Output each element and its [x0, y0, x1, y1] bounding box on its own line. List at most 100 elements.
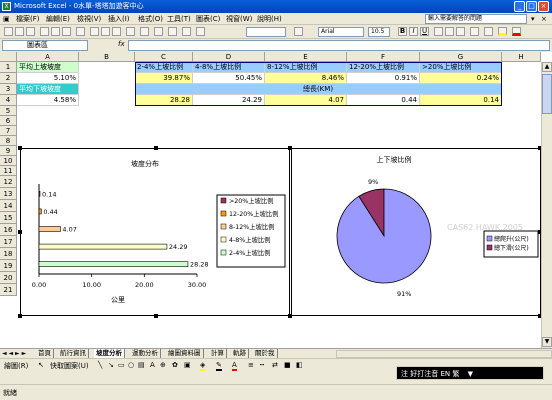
arrow-style-icon[interactable]: ⇄: [272, 361, 278, 369]
vertical-scrollbar[interactable]: ▲ ▼: [541, 62, 552, 348]
cell-a3[interactable]: 平均下坡坡度: [17, 84, 79, 95]
close-icon[interactable]: ×: [538, 1, 549, 12]
menu-window[interactable]: 視窗(W): [226, 14, 252, 24]
column-header-h[interactable]: H: [502, 52, 541, 62]
diagram-icon[interactable]: ⊕: [160, 361, 166, 369]
italic-button[interactable]: I: [409, 27, 418, 36]
open-folder-icon[interactable]: [15, 27, 24, 36]
align-right-icon[interactable]: [456, 27, 465, 36]
cell-g4[interactable]: 0.14: [420, 95, 502, 106]
cell-g1[interactable]: >20%上坡比例: [420, 62, 502, 73]
menu-format[interactable]: 格式(O): [138, 14, 163, 24]
sheet-tab[interactable]: 運動分析: [130, 349, 161, 358]
new-file-icon[interactable]: [4, 27, 13, 36]
line-color-icon[interactable]: ✎: [216, 361, 222, 371]
line-style-icon[interactable]: ≡: [248, 361, 254, 369]
bold-button[interactable]: B: [398, 27, 407, 36]
chart-wizard-icon[interactable]: [196, 27, 205, 36]
clipart-icon[interactable]: ✿: [172, 361, 178, 369]
sheet-tab[interactable]: 坡度分析: [94, 349, 125, 358]
row-header-18[interactable]: 18: [0, 248, 17, 260]
sheet-tab[interactable]: 計算: [209, 349, 227, 358]
cell-e2[interactable]: 8.46%: [265, 73, 347, 84]
close-workbook-icon[interactable]: ×: [541, 14, 547, 24]
row-header-11[interactable]: 11: [0, 166, 17, 176]
fill-color-icon[interactable]: [498, 27, 507, 36]
tab-scroll-arrows-icon[interactable]: ◄ ◄ ► ►: [2, 349, 26, 358]
cell-c4[interactable]: 28.28: [135, 95, 193, 106]
draw-fill-color-icon[interactable]: ◈: [200, 361, 206, 371]
row-header-12[interactable]: 12: [0, 176, 17, 188]
merge-center-icon[interactable]: [470, 27, 479, 36]
row-header-21[interactable]: 21: [0, 284, 17, 296]
sheet-tab[interactable]: 航行資訊: [58, 349, 89, 358]
oval-icon[interactable]: ○: [128, 361, 134, 369]
rectangle-icon[interactable]: ▭: [118, 361, 125, 369]
worksheet-grid[interactable]: A B C D E F G H 1 2 3 4 5 6 7 8 9 10 11 12 13 14 15 16 1…: [0, 52, 552, 348]
textbox-icon[interactable]: ▤: [138, 361, 145, 369]
row-header-19[interactable]: 19: [0, 260, 17, 272]
column-header-d[interactable]: D: [193, 52, 265, 62]
fx-icon[interactable]: fx: [118, 40, 125, 48]
dash-style-icon[interactable]: ┅: [260, 361, 264, 369]
chart-handle[interactable]: [154, 314, 158, 318]
zoom-select[interactable]: [246, 27, 286, 37]
chart-handle[interactable]: [18, 230, 22, 234]
row-header-2[interactable]: 2: [0, 73, 17, 84]
cell-d1[interactable]: 4-8%上坡比例: [193, 62, 265, 73]
horizontal-scrollbar[interactable]: [336, 350, 552, 358]
wordart-icon[interactable]: A: [150, 361, 155, 369]
row-header-3[interactable]: 3: [0, 84, 17, 95]
pie-legend-box[interactable]: [483, 230, 539, 258]
up-down-ratio-chart[interactable]: 上下坡比例 9% 91% CAS62.HAWK.2005 總爬升(公尺) 總下滑(公…: [291, 148, 541, 316]
cell-c3-merged[interactable]: 總長(KM): [135, 84, 502, 95]
select-all-corner[interactable]: [0, 52, 17, 62]
underline-button[interactable]: U: [420, 27, 429, 36]
bar[interactable]: [38, 261, 189, 267]
chart-handle[interactable]: [288, 146, 292, 150]
chart-handle[interactable]: [288, 314, 292, 318]
cell-f2[interactable]: 0.91%: [347, 73, 420, 84]
align-left-icon[interactable]: [434, 27, 443, 36]
draw-font-color-icon[interactable]: A: [232, 361, 237, 371]
menu-insert[interactable]: 插入(I): [108, 14, 130, 24]
cut-icon[interactable]: [90, 27, 99, 36]
borders-icon[interactable]: [484, 27, 493, 36]
row-header-7[interactable]: 7: [0, 126, 17, 136]
sheet-tab[interactable]: 關於我: [253, 349, 278, 358]
column-header-c[interactable]: C: [135, 52, 193, 62]
excel-doc-icon[interactable]: ▣: [3, 14, 10, 24]
cell-d4[interactable]: 24.29: [193, 95, 265, 106]
cell-a1[interactable]: 平均上坡坡度: [17, 62, 79, 73]
chart-handle[interactable]: [18, 314, 22, 318]
excel-icon[interactable]: X: [2, 2, 11, 11]
sheet-tab[interactable]: 軌跡: [231, 349, 249, 358]
ime-toolbar[interactable]: 注 好打注音 EN 繁 ▼: [396, 366, 544, 380]
row-header-8[interactable]: 8: [0, 136, 17, 146]
chart-handle[interactable]: [18, 146, 22, 150]
cell-f4[interactable]: 0.44: [347, 95, 420, 106]
line-icon[interactable]: ╲: [98, 361, 102, 369]
row-header-14[interactable]: 14: [0, 200, 17, 212]
column-header-e[interactable]: E: [265, 52, 347, 62]
menu-edit[interactable]: 編輯(E): [46, 14, 70, 24]
sheet-tab[interactable]: 繪圖資料圖: [166, 349, 204, 358]
row-header-9[interactable]: 9: [0, 146, 17, 156]
select-pointer-icon[interactable]: ↖: [38, 361, 44, 369]
row-header-1[interactable]: 1: [0, 62, 17, 73]
print-icon[interactable]: [51, 27, 60, 36]
shadow-icon[interactable]: ■: [284, 361, 291, 369]
scroll-up-icon[interactable]: ▲: [542, 62, 552, 72]
font-size-select[interactable]: 10.5: [368, 27, 390, 37]
cell-d2[interactable]: 50.45%: [193, 73, 265, 84]
autoshapes-menu[interactable]: 快取圖案(U): [50, 361, 89, 371]
cell-c2[interactable]: 39.87%: [135, 73, 193, 84]
cell-g2[interactable]: 0.24%: [420, 73, 502, 84]
picture-icon[interactable]: ▣: [184, 361, 191, 369]
row-header-4[interactable]: 4: [0, 95, 17, 106]
row-header-6[interactable]: 6: [0, 116, 17, 126]
column-header-b[interactable]: B: [79, 52, 135, 62]
draw-menu[interactable]: 繪圖(R): [4, 361, 28, 371]
menu-help[interactable]: 說明(H): [257, 14, 282, 24]
arrow-icon[interactable]: ↘: [108, 361, 114, 369]
